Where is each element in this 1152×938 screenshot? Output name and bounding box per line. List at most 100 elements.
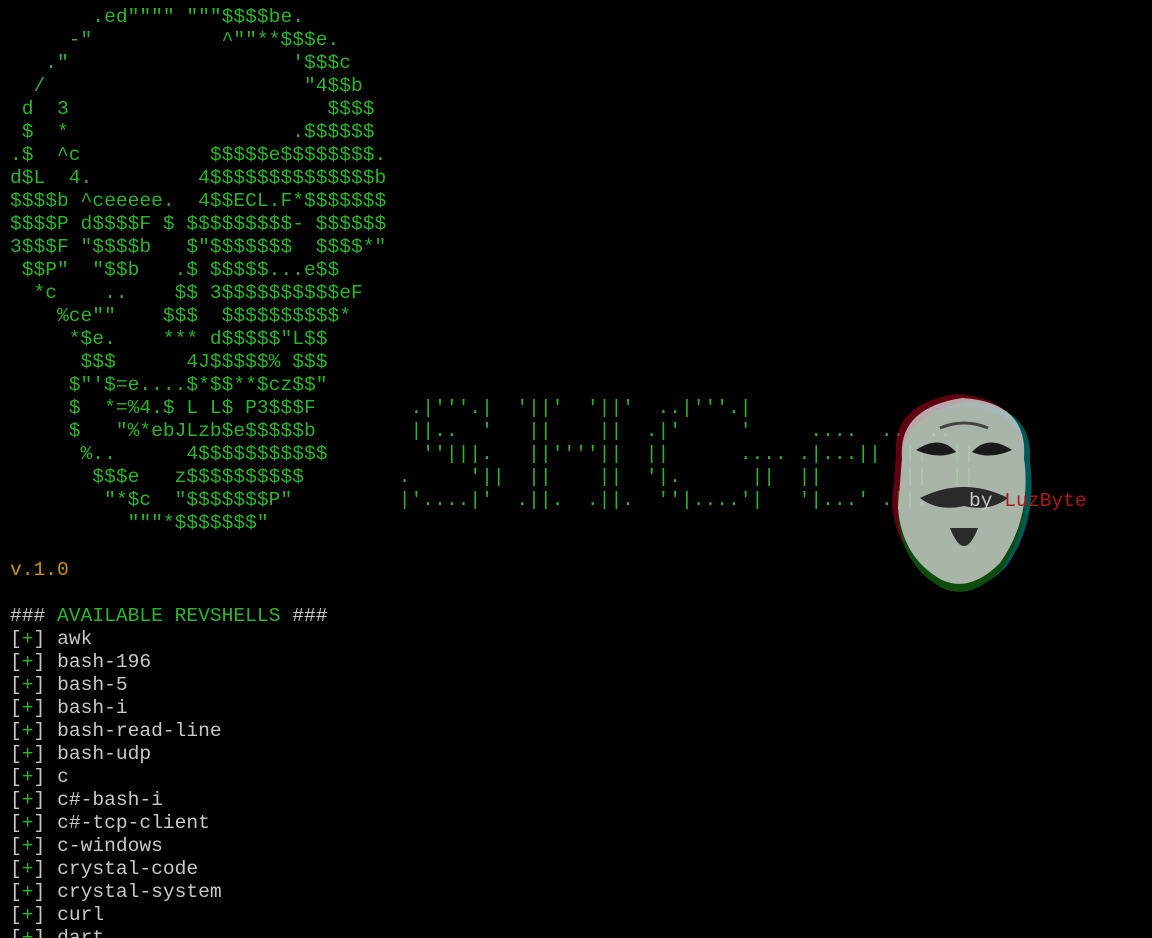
plus-icon: + bbox=[21, 789, 34, 811]
marker-close: ] bbox=[33, 812, 46, 834]
ascii-logo-line: $$$$P d$$$$F $ $$$$$$$$$- $$$$$$ bbox=[10, 213, 387, 235]
list-item: [+] c bbox=[10, 766, 69, 789]
ascii-logo-line: *c .. $$ 3$$$$$$$$$$eF bbox=[10, 282, 363, 304]
marker-close: ] bbox=[33, 927, 46, 938]
ascii-logo-line: -" ^""**$$$e. bbox=[10, 29, 340, 51]
list-item: [+] bash-5 bbox=[10, 674, 128, 697]
marker-open: [ bbox=[10, 812, 22, 834]
plus-icon: + bbox=[21, 766, 34, 788]
revshell-name: dart bbox=[57, 927, 105, 938]
list-item: [+] awk bbox=[10, 628, 92, 651]
marker-close: ] bbox=[33, 628, 46, 650]
marker-open: [ bbox=[10, 697, 22, 719]
list-item: [+] curl bbox=[10, 904, 104, 927]
revshell-name: crystal-system bbox=[57, 881, 222, 903]
marker-close: ] bbox=[33, 743, 46, 765]
marker-open: [ bbox=[10, 789, 22, 811]
ascii-logo-line: $"'$=e....$*$$**$cz$$" bbox=[10, 374, 328, 396]
ascii-logo-line: $ * .$$$$$$ bbox=[10, 121, 375, 143]
marker-close: ] bbox=[33, 697, 46, 719]
list-item: [+] crystal-system bbox=[10, 881, 222, 904]
ascii-logo-line: $ *=%4.$ L L$ P3$$$F bbox=[10, 397, 316, 419]
plus-icon: + bbox=[21, 904, 34, 926]
marker-open: [ bbox=[10, 927, 22, 938]
plus-icon: + bbox=[21, 835, 34, 857]
ascii-logo-line: / "4$$b bbox=[10, 75, 363, 97]
ascii-logo-line: $ "%*ebJLzb$e$$$$$b bbox=[10, 420, 316, 442]
revshell-name: crystal-code bbox=[57, 858, 199, 880]
revshell-name: bash-196 bbox=[57, 651, 152, 673]
marker-open: [ bbox=[10, 766, 22, 788]
plus-icon: + bbox=[21, 697, 34, 719]
plus-icon: + bbox=[21, 674, 34, 696]
marker-close: ] bbox=[33, 766, 46, 788]
list-item: [+] c-windows bbox=[10, 835, 163, 858]
marker-close: ] bbox=[33, 789, 46, 811]
list-item: [+] crystal-code bbox=[10, 858, 198, 881]
revshell-name: c bbox=[57, 766, 69, 788]
heading-title: AVAILABLE REVSHELLS bbox=[57, 605, 281, 627]
ascii-logo-line: .$ ^c $$$$$e$$$$$$$$. bbox=[10, 144, 387, 166]
list-item: [+] bash-udp bbox=[10, 743, 151, 766]
plus-icon: + bbox=[21, 927, 34, 938]
ascii-logo-line: $$$$b ^ceeeee. 4$$ECL.F*$$$$$$$ bbox=[10, 190, 387, 212]
revshell-name: c#-tcp-client bbox=[57, 812, 210, 834]
revshell-name: awk bbox=[57, 628, 93, 650]
ascii-logo-line: %ce"" $$$ $$$$$$$$$$* bbox=[10, 305, 351, 327]
revshell-name: curl bbox=[57, 904, 105, 926]
ascii-logo-line: $$P" "$$b .$ $$$$$...e$$ bbox=[10, 259, 340, 281]
revshell-name: bash-5 bbox=[57, 674, 128, 696]
ascii-logo-line: """*$$$$$$$" bbox=[10, 512, 269, 534]
revshell-name: bash-udp bbox=[57, 743, 152, 765]
revshell-name: c-windows bbox=[57, 835, 163, 857]
marker-open: [ bbox=[10, 835, 22, 857]
heading-hash-close: ### bbox=[292, 605, 328, 627]
section-heading: ### AVAILABLE REVSHELLS ### bbox=[10, 605, 328, 628]
marker-open: [ bbox=[10, 651, 22, 673]
ascii-logo-line: ." '$$$c bbox=[10, 52, 351, 74]
marker-close: ] bbox=[33, 881, 46, 903]
ascii-banner-line: .|'''.| '||' '||' ..|'''.| bbox=[340, 397, 752, 419]
marker-close: ] bbox=[33, 651, 46, 673]
credit-author: LuzByte bbox=[1004, 490, 1087, 512]
plus-icon: + bbox=[21, 858, 34, 880]
list-item: [+] bash-196 bbox=[10, 651, 151, 674]
ascii-logo-line: *$e. *** d$$$$$"L$$ bbox=[10, 328, 328, 350]
ascii-logo-line: "*$c "$$$$$$$P" bbox=[10, 489, 293, 511]
list-item: [+] c#-tcp-client bbox=[10, 812, 210, 835]
plus-icon: + bbox=[21, 651, 34, 673]
marker-open: [ bbox=[10, 720, 22, 742]
version-label: v.1.0 bbox=[10, 559, 69, 581]
marker-close: ] bbox=[33, 858, 46, 880]
marker-close: ] bbox=[33, 674, 46, 696]
ascii-logo-line: d$L 4. 4$$$$$$$$$$$$$$b bbox=[10, 167, 387, 189]
marker-open: [ bbox=[10, 743, 22, 765]
marker-open: [ bbox=[10, 881, 22, 903]
heading-hash-open: ### bbox=[10, 605, 46, 627]
plus-icon: + bbox=[21, 812, 34, 834]
credit-line: by LuzByte bbox=[969, 490, 1087, 513]
plus-icon: + bbox=[21, 881, 34, 903]
marker-close: ] bbox=[33, 720, 46, 742]
marker-open: [ bbox=[10, 904, 22, 926]
list-item: [+] c#-bash-i bbox=[10, 789, 163, 812]
marker-open: [ bbox=[10, 858, 22, 880]
plus-icon: + bbox=[21, 720, 34, 742]
list-item: [+] bash-i bbox=[10, 697, 128, 720]
terminal-window: .ed"""" """$$$$be. -" ^""**$$$e. ." '$$$… bbox=[0, 0, 1152, 938]
credit-by: by bbox=[969, 490, 993, 512]
revshell-name: bash-read-line bbox=[57, 720, 222, 742]
ascii-banner-line: ||.. ' || || .|' ' .... .. .. bbox=[340, 420, 952, 442]
plus-icon: + bbox=[21, 743, 34, 765]
revshell-name: c#-bash-i bbox=[57, 789, 163, 811]
list-item: [+] dart bbox=[10, 927, 104, 938]
marker-open: [ bbox=[10, 628, 22, 650]
revshell-name: bash-i bbox=[57, 697, 128, 719]
ascii-logo-line: d 3 $$$$ bbox=[10, 98, 375, 120]
ascii-logo-line: 3$$$F "$$$$b $"$$$$$$$ $$$$*" bbox=[10, 236, 387, 258]
marker-close: ] bbox=[33, 835, 46, 857]
marker-open: [ bbox=[10, 674, 22, 696]
ascii-logo-line: .ed"""" """$$$$be. bbox=[10, 6, 304, 28]
list-item: [+] bash-read-line bbox=[10, 720, 222, 743]
ascii-logo-line: $$$e z$$$$$$$$$$ bbox=[10, 466, 304, 488]
